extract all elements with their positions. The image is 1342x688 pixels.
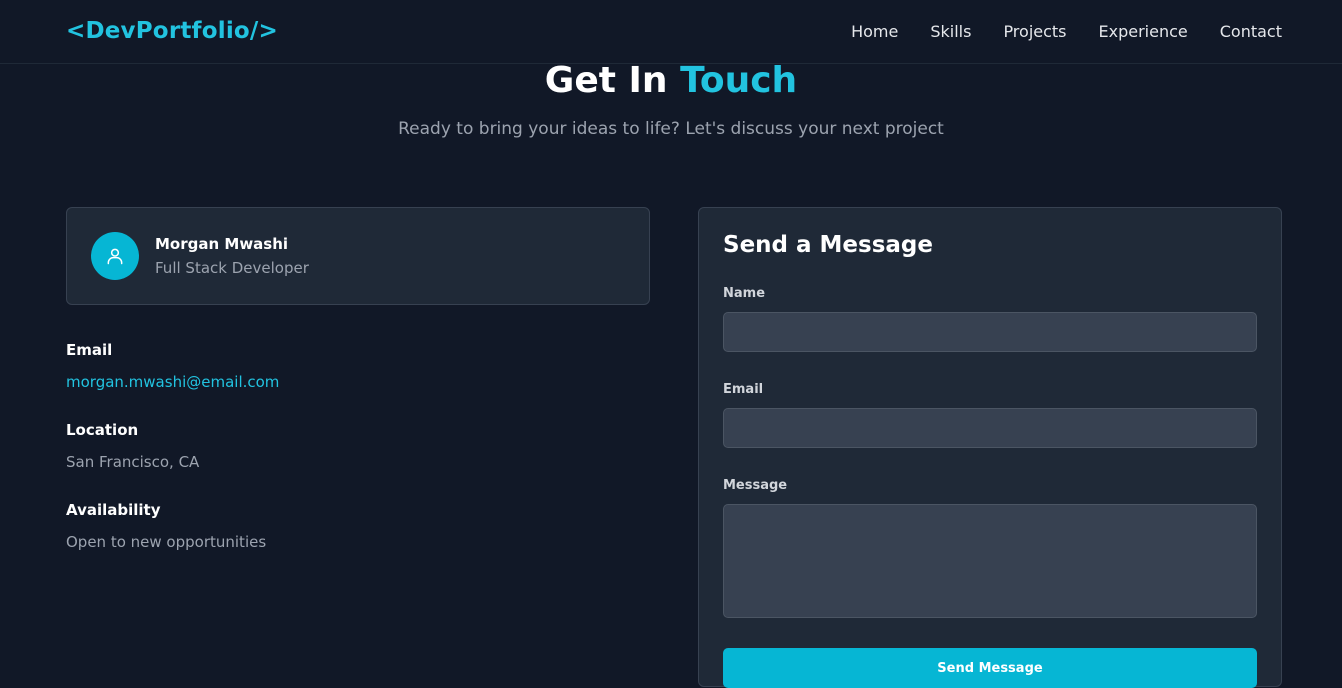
message-field-label: Message: [723, 478, 788, 493]
form-title: Send a Message: [723, 232, 933, 258]
avatar: [91, 232, 139, 280]
nav-link-projects[interactable]: Projects: [1003, 21, 1066, 43]
name-field[interactable]: [723, 312, 1257, 352]
section-title: Get In Touch: [0, 60, 1342, 101]
availability-info: Availability Open to new opportunities: [66, 501, 266, 551]
brand-logo[interactable]: <DevPortfolio/>: [66, 18, 278, 44]
email-info-label: Email: [66, 341, 113, 359]
email-field[interactable]: [723, 408, 1257, 448]
email-link[interactable]: morgan.mwashi@email.com: [66, 373, 279, 391]
message-field[interactable]: [723, 504, 1257, 618]
availability-info-value: Open to new opportunities: [66, 533, 267, 551]
nav-link-contact[interactable]: Contact: [1220, 21, 1282, 43]
send-message-button[interactable]: Send Message: [723, 648, 1257, 688]
section-title-main: Get In: [544, 60, 668, 101]
user-icon: [107, 248, 123, 265]
location-info-value: San Francisco, CA: [66, 453, 200, 471]
profile-name: Morgan Mwashi: [155, 235, 289, 253]
name-field-label: Name: [723, 286, 766, 301]
profile-role: Full Stack Developer: [155, 259, 309, 277]
nav-link-skills[interactable]: Skills: [930, 21, 971, 43]
email-field-label: Email: [723, 382, 764, 397]
nav-link-home[interactable]: Home: [851, 21, 898, 43]
location-info-label: Location: [66, 421, 139, 439]
nav-links: Home Skills Projects Experience Contact: [819, 21, 1282, 43]
availability-info-label: Availability: [66, 501, 161, 519]
contact-form: Send a Message Name Email Message Send M…: [698, 207, 1282, 688]
section-subtitle: Ready to bring your ideas to life? Let's…: [398, 119, 944, 139]
top-navbar: <DevPortfolio/> Home Skills Projects Exp…: [0, 0, 1342, 64]
email-info: Email morgan.mwashi@email.com: [66, 341, 279, 391]
profile-card: Morgan Mwashi Full Stack Developer: [66, 207, 650, 305]
location-info: Location San Francisco, CA: [66, 421, 199, 471]
nav-link-experience[interactable]: Experience: [1099, 21, 1188, 43]
section-title-accent: Touch: [680, 60, 798, 101]
